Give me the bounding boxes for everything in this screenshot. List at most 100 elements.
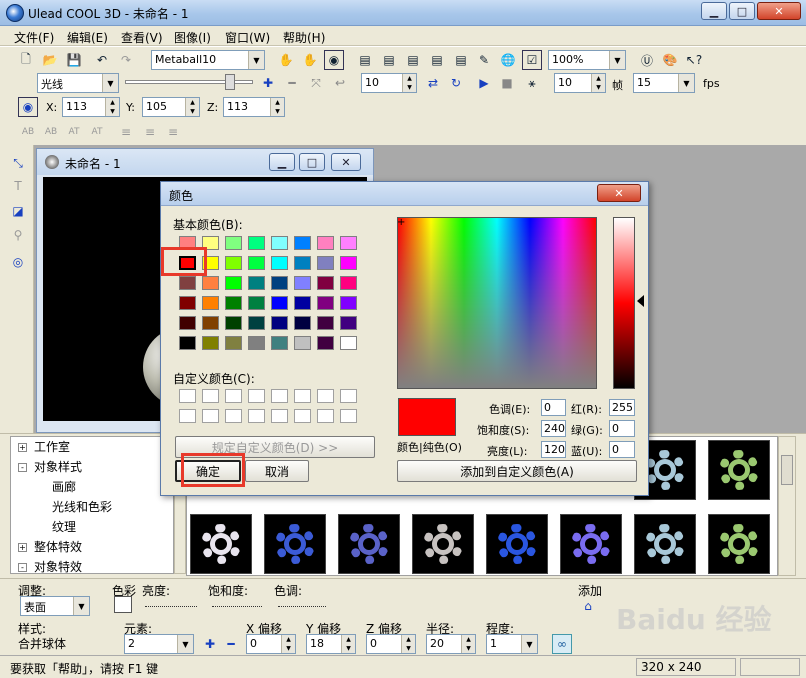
tree-item[interactable]: 对象特效: [34, 558, 82, 575]
degree-combo[interactable]: 1 ▼: [486, 634, 538, 654]
maximize-button[interactable]: □: [729, 2, 755, 20]
gallery-thumbnail[interactable]: [264, 514, 326, 574]
doc-maximize-button[interactable]: □: [299, 153, 325, 171]
shape-tool-icon[interactable]: ◪: [8, 201, 28, 221]
play-icon[interactable]: ▶: [474, 73, 494, 93]
basic-color-swatch[interactable]: [294, 296, 311, 310]
basic-color-swatch[interactable]: [179, 296, 196, 310]
color-dialog-close-button[interactable]: ✕: [597, 184, 641, 202]
spin-arrows-icon[interactable]: ▲ ▼: [461, 635, 475, 653]
menu-image[interactable]: 图像(I): [174, 29, 211, 46]
gallery-scrollbar[interactable]: [778, 436, 796, 576]
effects-icon[interactable]: 🎨: [660, 50, 680, 70]
basic-color-swatch[interactable]: [294, 276, 311, 290]
orbit-icon[interactable]: ◎: [8, 252, 28, 272]
basic-color-swatch[interactable]: [225, 316, 242, 330]
add-home-icon[interactable]: ⌂: [578, 596, 598, 616]
add-element-icon[interactable]: ✚: [200, 634, 220, 654]
basic-color-swatch[interactable]: [294, 256, 311, 270]
green-field[interactable]: 0: [609, 420, 635, 437]
basic-color-swatch[interactable]: [179, 316, 196, 330]
ulead-icon[interactable]: Ⓤ: [637, 50, 657, 70]
text-tool-icon[interactable]: T: [8, 176, 28, 196]
gallery-thumbnail[interactable]: [190, 514, 252, 574]
spin-arrows-icon[interactable]: ▲ ▼: [341, 635, 355, 653]
custom-color-cell[interactable]: [340, 409, 357, 423]
cycle-icon[interactable]: ↻: [446, 73, 466, 93]
menu-view[interactable]: 查看(V): [121, 29, 163, 46]
gallery-thumbnail[interactable]: [634, 514, 696, 574]
custom-color-cell[interactable]: [271, 409, 288, 423]
add-light-icon[interactable]: ✚: [258, 73, 278, 93]
basic-color-swatch[interactable]: [340, 256, 357, 270]
tree-item[interactable]: 整体特效: [34, 538, 82, 555]
gallery-thumbnail[interactable]: [708, 440, 770, 500]
custom-color-cell[interactable]: [202, 409, 219, 423]
object-combo[interactable]: Metaball10 ▼: [151, 50, 265, 70]
luminance-pointer-icon[interactable]: [637, 295, 644, 307]
layer-icon-2[interactable]: ▤: [379, 50, 399, 70]
basic-color-swatch[interactable]: [317, 296, 334, 310]
red-field[interactable]: 255: [609, 399, 635, 416]
basic-color-swatch[interactable]: [271, 336, 288, 350]
basic-color-swatch[interactable]: [225, 336, 242, 350]
basic-color-swatch[interactable]: [248, 316, 265, 330]
spin-arrows-icon[interactable]: ▲ ▼: [185, 98, 199, 116]
frame-spin[interactable]: 10 ▲ ▼: [554, 73, 606, 93]
gallery-thumbnail[interactable]: [486, 514, 548, 574]
tree-expander-icon[interactable]: -: [18, 463, 27, 472]
basic-color-swatch[interactable]: [340, 316, 357, 330]
custom-color-cell[interactable]: [294, 409, 311, 423]
layer-icon-4[interactable]: ▤: [427, 50, 447, 70]
redo-icon[interactable]: ↷: [116, 50, 136, 70]
custom-color-cell[interactable]: [271, 389, 288, 403]
add-to-custom-colors-button[interactable]: 添加到自定义颜色(A): [397, 460, 637, 482]
saturation-field[interactable]: 240: [541, 420, 566, 437]
align-right-icon[interactable]: ≡: [163, 122, 183, 142]
doc-minimize-button[interactable]: ▁: [269, 153, 295, 171]
menu-window[interactable]: 窗口(W): [225, 29, 270, 46]
link-icon[interactable]: ∞: [552, 634, 572, 654]
x-offset-spin[interactable]: 0 ▲ ▼: [246, 634, 296, 654]
basic-color-swatch[interactable]: [271, 256, 288, 270]
luminance-field[interactable]: 120: [541, 441, 566, 458]
basic-color-swatch[interactable]: [271, 296, 288, 310]
basic-color-swatch[interactable]: [248, 236, 265, 250]
basic-color-swatch[interactable]: [271, 236, 288, 250]
doc-close-button[interactable]: ✕: [331, 153, 361, 171]
custom-color-cell[interactable]: [179, 409, 196, 423]
spin-arrows-icon[interactable]: ▲ ▼: [281, 635, 295, 653]
open-file-icon[interactable]: 📂: [40, 50, 60, 70]
target-icon[interactable]: ◉: [324, 50, 344, 70]
tree-expander-icon[interactable]: -: [18, 563, 27, 572]
basic-color-swatch[interactable]: [202, 296, 219, 310]
text-bold-icon[interactable]: AB: [18, 122, 38, 142]
tree-item[interactable]: 光线和色彩: [52, 498, 112, 515]
custom-color-cell[interactable]: [202, 389, 219, 403]
hue-slider[interactable]: [278, 599, 326, 607]
tree-item[interactable]: 对象样式: [34, 458, 82, 475]
spin-arrows-icon[interactable]: ▲ ▼: [402, 74, 416, 92]
custom-color-cell[interactable]: [248, 409, 265, 423]
gallery-scroll-thumb[interactable]: [781, 455, 793, 485]
basic-color-swatch[interactable]: [340, 276, 357, 290]
remove-element-icon[interactable]: ━: [221, 634, 241, 654]
remove-light-icon[interactable]: ━: [282, 73, 302, 93]
brush-icon[interactable]: ✎: [474, 50, 494, 70]
undo-icon[interactable]: ↶: [92, 50, 112, 70]
check-icon[interactable]: ☑: [522, 50, 542, 70]
menu-file[interactable]: 文件(F): [14, 29, 54, 46]
basic-color-swatch[interactable]: [340, 236, 357, 250]
layer-icon-3[interactable]: ▤: [403, 50, 423, 70]
custom-color-cell[interactable]: [248, 389, 265, 403]
y-offset-spin[interactable]: 18 ▲ ▼: [306, 634, 356, 654]
basic-color-swatch[interactable]: [202, 336, 219, 350]
tree-item[interactable]: 工作室: [34, 438, 70, 455]
tree-item[interactable]: 纹理: [52, 518, 76, 535]
light-value-spin[interactable]: 10 ▲ ▼: [361, 73, 417, 93]
layer-icon-1[interactable]: ▤: [355, 50, 375, 70]
custom-color-cell[interactable]: [225, 409, 242, 423]
spin-arrows-icon[interactable]: ▲ ▼: [270, 98, 284, 116]
radius-spin[interactable]: 20 ▲ ▼: [426, 634, 476, 654]
basic-color-swatch[interactable]: [294, 316, 311, 330]
